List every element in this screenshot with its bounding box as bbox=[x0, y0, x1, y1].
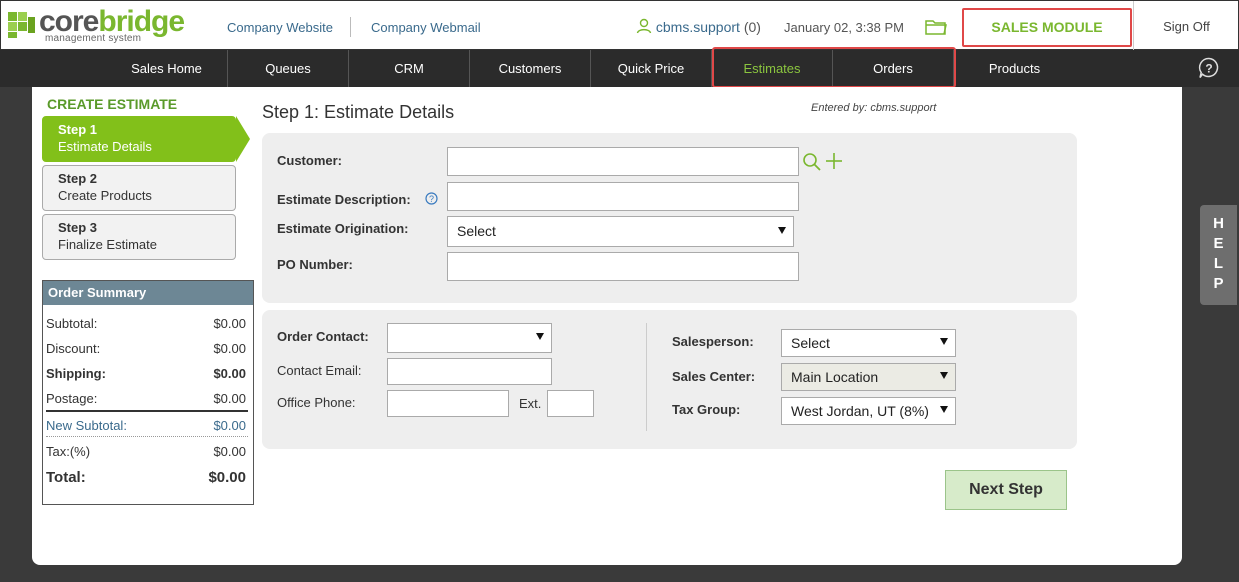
top-bar: corebridge management system Company Web… bbox=[0, 0, 1239, 51]
nav-sales-home[interactable]: Sales Home bbox=[106, 50, 228, 87]
svg-text:?: ? bbox=[429, 194, 434, 204]
corebridge-logo[interactable]: corebridge management system bbox=[7, 5, 193, 45]
help-bubble-icon[interactable]: ? bbox=[1198, 57, 1220, 79]
step-1-tab[interactable]: Step 1 Estimate Details bbox=[42, 116, 236, 162]
nav-queues[interactable]: Queues bbox=[228, 50, 349, 87]
customer-input[interactable] bbox=[447, 147, 799, 176]
entered-by: Entered by: cbms.support bbox=[811, 102, 937, 114]
active-step-arrow bbox=[236, 116, 250, 162]
contact-email-label: Contact Email: bbox=[277, 363, 362, 378]
contact-email-input[interactable] bbox=[387, 358, 552, 385]
estimate-origination-select[interactable]: Select bbox=[447, 216, 794, 247]
step-2-tab[interactable]: Step 2 Create Products bbox=[42, 165, 236, 211]
help-tab[interactable]: H E L P bbox=[1200, 205, 1237, 305]
ext-label: Ext. bbox=[519, 396, 542, 411]
chevron-down-icon bbox=[940, 406, 948, 413]
select-value: West Jordan, UT (8%) bbox=[791, 403, 929, 419]
nav-orders[interactable]: Orders bbox=[833, 50, 954, 87]
salesperson-label: Salesperson: bbox=[672, 334, 754, 349]
user-notification-count: (0) bbox=[743, 19, 761, 35]
user-icon bbox=[636, 18, 652, 34]
office-phone-input[interactable] bbox=[387, 390, 509, 417]
ext-input[interactable] bbox=[547, 390, 594, 417]
summary-new-subtotal: New Subtotal: $0.00 bbox=[46, 418, 246, 433]
po-number-label: PO Number: bbox=[277, 257, 353, 272]
step-description: Finalize Estimate bbox=[58, 237, 157, 252]
logo-tagline: management system bbox=[45, 33, 142, 44]
chevron-down-icon bbox=[940, 338, 948, 345]
sales-center-label: Sales Center: bbox=[672, 369, 756, 384]
tax-group-label: Tax Group: bbox=[672, 402, 741, 417]
summary-discount: Discount: $0.00 bbox=[46, 341, 246, 356]
order-summary-title: Order Summary bbox=[43, 281, 253, 305]
estimate-description-label: Estimate Description: bbox=[277, 192, 411, 207]
svg-text:?: ? bbox=[1205, 62, 1212, 76]
nav-quick-price[interactable]: Quick Price bbox=[591, 50, 712, 87]
sign-off-link[interactable]: Sign Off bbox=[1133, 1, 1239, 51]
company-website-link[interactable]: Company Website bbox=[227, 20, 333, 35]
step-description: Create Products bbox=[58, 188, 152, 203]
next-step-button[interactable]: Next Step bbox=[945, 470, 1067, 510]
help-letter: E bbox=[1213, 235, 1224, 252]
folder-icon[interactable] bbox=[925, 18, 947, 36]
company-webmail-link[interactable]: Company Webmail bbox=[371, 20, 481, 35]
step-3-tab[interactable]: Step 3 Finalize Estimate bbox=[42, 214, 236, 260]
summary-subtotal: Subtotal: $0.00 bbox=[46, 316, 246, 331]
select-value: Select bbox=[457, 223, 496, 239]
po-number-input[interactable] bbox=[447, 252, 799, 281]
current-datetime: January 02, 3:38 PM bbox=[784, 20, 904, 35]
plus-icon[interactable] bbox=[825, 152, 843, 170]
create-estimate-title: CREATE ESTIMATE bbox=[47, 96, 178, 112]
logo-mark-icon bbox=[8, 12, 35, 38]
sales-center-select[interactable]: Main Location bbox=[781, 363, 956, 391]
sales-module-button[interactable]: SALES MODULE bbox=[962, 8, 1132, 47]
select-value: Select bbox=[791, 335, 830, 351]
nav-products[interactable]: Products bbox=[954, 50, 1075, 87]
estimate-origination-label: Estimate Origination: bbox=[277, 221, 409, 236]
user-account[interactable]: cbms.support (0) bbox=[636, 18, 761, 35]
nav-customers[interactable]: Customers bbox=[470, 50, 591, 87]
select-value: Main Location bbox=[791, 369, 879, 385]
summary-shipping: Shipping: $0.00 bbox=[46, 366, 246, 381]
order-summary: Order Summary Subtotal: $0.00 Discount: $0… bbox=[42, 280, 254, 505]
help-letter: P bbox=[1213, 275, 1224, 292]
step-description: Estimate Details bbox=[58, 139, 152, 154]
summary-divider bbox=[46, 410, 248, 412]
page-title: Step 1: Estimate Details bbox=[262, 102, 455, 122]
order-contact-select[interactable] bbox=[387, 323, 552, 353]
tax-group-select[interactable]: West Jordan, UT (8%) bbox=[781, 397, 956, 425]
estimate-description-input[interactable] bbox=[447, 182, 799, 211]
nav-estimates[interactable]: Estimates bbox=[712, 50, 833, 87]
step-number: Step 2 bbox=[58, 171, 98, 186]
nav-crm[interactable]: CRM bbox=[349, 50, 470, 87]
help-letter: H bbox=[1213, 215, 1224, 232]
step-number: Step 3 bbox=[58, 220, 98, 235]
top-link-divider bbox=[350, 17, 351, 37]
username: cbms.support bbox=[655, 19, 740, 35]
help-letter: L bbox=[1213, 255, 1224, 272]
office-phone-label: Office Phone: bbox=[277, 395, 356, 410]
salesperson-select[interactable]: Select bbox=[781, 329, 956, 357]
panel-divider bbox=[646, 323, 647, 431]
info-icon[interactable]: ? bbox=[425, 192, 438, 205]
search-icon[interactable] bbox=[802, 152, 822, 172]
summary-dotted-divider bbox=[46, 436, 248, 437]
main-nav: Sales Home Queues CRM Customers Quick Pr… bbox=[0, 50, 1239, 87]
summary-postage: Postage: $0.00 bbox=[46, 391, 246, 406]
chevron-down-icon bbox=[778, 226, 786, 234]
order-contact-label: Order Contact: bbox=[277, 329, 369, 344]
summary-tax: Tax:(%) $0.00 bbox=[46, 444, 246, 459]
summary-total: Total: $0.00 bbox=[46, 469, 246, 486]
customer-label: Customer: bbox=[277, 153, 343, 168]
chevron-down-icon bbox=[536, 333, 544, 340]
step-number: Step 1 bbox=[58, 122, 98, 137]
chevron-down-icon bbox=[940, 372, 948, 379]
